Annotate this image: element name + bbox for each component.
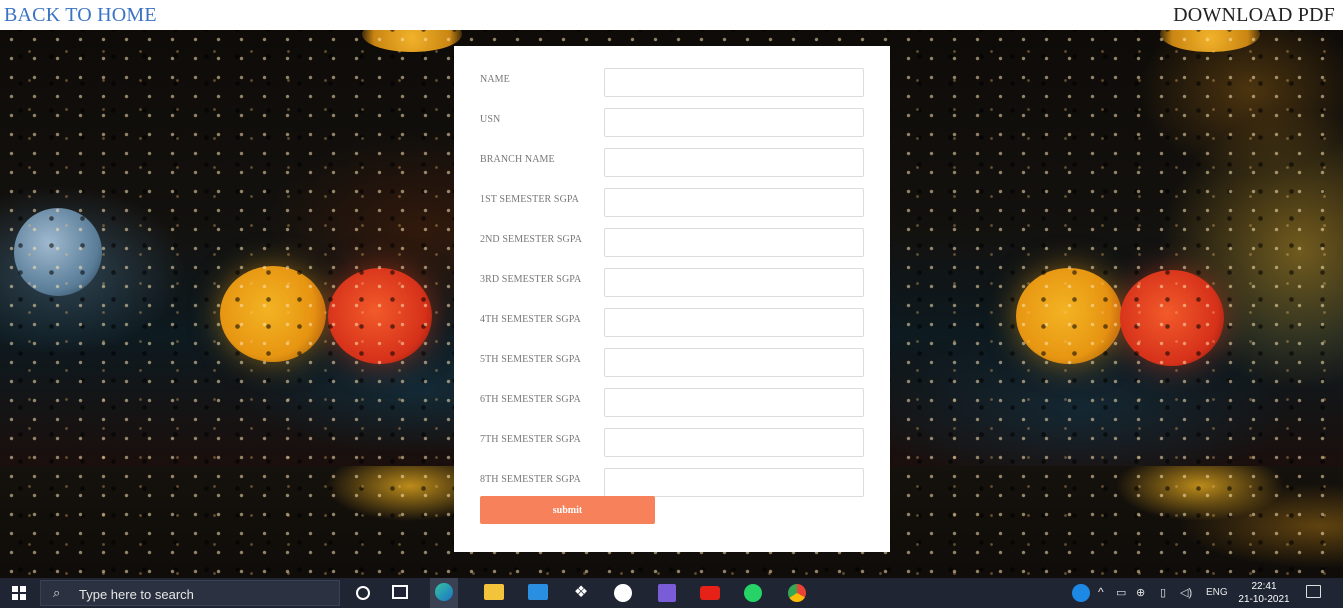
sem2-sgpa-input[interactable] <box>604 228 864 257</box>
battery-icon[interactable]: ▭ <box>1116 586 1126 599</box>
sem5-sgpa-input[interactable] <box>604 348 864 377</box>
form-row-sem6: 6TH SEMESTER SGPA <box>480 388 864 417</box>
sem8-sgpa-label: 8TH SEMESTER SGPA <box>480 474 581 485</box>
sem5-sgpa-label: 5TH SEMESTER SGPA <box>480 354 581 365</box>
search-placeholder: Type here to search <box>79 587 194 602</box>
form-row-branch: BRANCH NAME <box>480 148 864 177</box>
sem7-sgpa-label: 7TH SEMESTER SGPA <box>480 434 581 445</box>
volume-icon[interactable]: ◁) <box>1180 586 1192 599</box>
whatsapp-icon[interactable] <box>744 584 762 602</box>
sem1-sgpa-label: 1ST SEMESTER SGPA <box>480 194 579 205</box>
sem4-sgpa-label: 4TH SEMESTER SGPA <box>480 314 581 325</box>
file-explorer-icon[interactable] <box>484 584 504 600</box>
sem8-sgpa-input[interactable] <box>604 468 864 497</box>
search-icon: ⌕ <box>53 585 61 600</box>
sem2-sgpa-label: 2ND SEMESTER SGPA <box>480 234 582 245</box>
github-icon[interactable] <box>614 584 632 602</box>
youtube-icon[interactable] <box>700 586 720 600</box>
clock-time: 22:41 <box>1251 581 1277 592</box>
task-view-icon[interactable] <box>392 585 408 599</box>
form-row-sem4: 4TH SEMESTER SGPA <box>480 308 864 337</box>
form-row-sem8: 8TH SEMESTER SGPA <box>480 468 864 497</box>
clock[interactable]: 22:41 21-10-2021 <box>1238 580 1290 606</box>
back-to-home-link[interactable]: BACK TO HOME <box>4 4 157 27</box>
top-bar: BACK TO HOME DOWNLOAD PDF <box>0 0 1343 30</box>
form-row-sem5: 5TH SEMESTER SGPA <box>480 348 864 377</box>
form-row-sem7: 7TH SEMESTER SGPA <box>480 428 864 457</box>
branch-name-label: BRANCH NAME <box>480 154 555 165</box>
name-label: NAME <box>480 74 510 85</box>
usn-label: USN <box>480 114 501 125</box>
cortana-icon[interactable] <box>356 586 370 600</box>
name-input[interactable] <box>604 68 864 97</box>
form-row-name: NAME <box>480 68 864 97</box>
chrome-icon[interactable] <box>788 584 806 602</box>
branch-name-input[interactable] <box>604 148 864 177</box>
usn-input[interactable] <box>604 108 864 137</box>
mail-icon[interactable] <box>528 584 548 600</box>
sgpa-form: NAME USN BRANCH NAME 1ST SEMESTER SGPA 2… <box>454 46 890 552</box>
form-row-sem2: 2ND SEMESTER SGPA <box>480 228 864 257</box>
sem4-sgpa-input[interactable] <box>604 308 864 337</box>
clock-date: 21-10-2021 <box>1238 594 1290 605</box>
notification-icon[interactable] <box>1306 585 1321 598</box>
download-pdf-link[interactable]: DOWNLOAD PDF <box>1173 4 1335 27</box>
display-icon[interactable]: ▯ <box>1160 586 1166 599</box>
sem7-sgpa-input[interactable] <box>604 428 864 457</box>
sem1-sgpa-input[interactable] <box>604 188 864 217</box>
sem3-sgpa-input[interactable] <box>604 268 864 297</box>
form-row-sem1: 1ST SEMESTER SGPA <box>480 188 864 217</box>
dropbox-icon[interactable]: ❖ <box>572 584 590 602</box>
edge-icon <box>435 583 453 601</box>
sem3-sgpa-label: 3RD SEMESTER SGPA <box>480 274 582 285</box>
taskbar: ⌕ Type here to search ❖ ^ ▭ ⊕ ▯ ◁) ENG 2… <box>0 578 1343 608</box>
edge-active-tab[interactable] <box>430 578 458 608</box>
network-icon[interactable]: ⊕ <box>1136 586 1145 599</box>
taskbar-search[interactable]: ⌕ Type here to search <box>40 580 340 606</box>
sem6-sgpa-label: 6TH SEMESTER SGPA <box>480 394 581 405</box>
chevron-up-icon[interactable]: ^ <box>1098 585 1104 599</box>
power-automate-icon[interactable] <box>658 584 676 602</box>
language-indicator[interactable]: ENG <box>1206 587 1228 598</box>
windows-start-icon[interactable] <box>12 586 26 600</box>
form-row-usn: USN <box>480 108 864 137</box>
submit-button[interactable]: submit <box>480 496 655 524</box>
sem6-sgpa-input[interactable] <box>604 388 864 417</box>
form-row-sem3: 3RD SEMESTER SGPA <box>480 268 864 297</box>
help-icon[interactable] <box>1072 584 1090 602</box>
